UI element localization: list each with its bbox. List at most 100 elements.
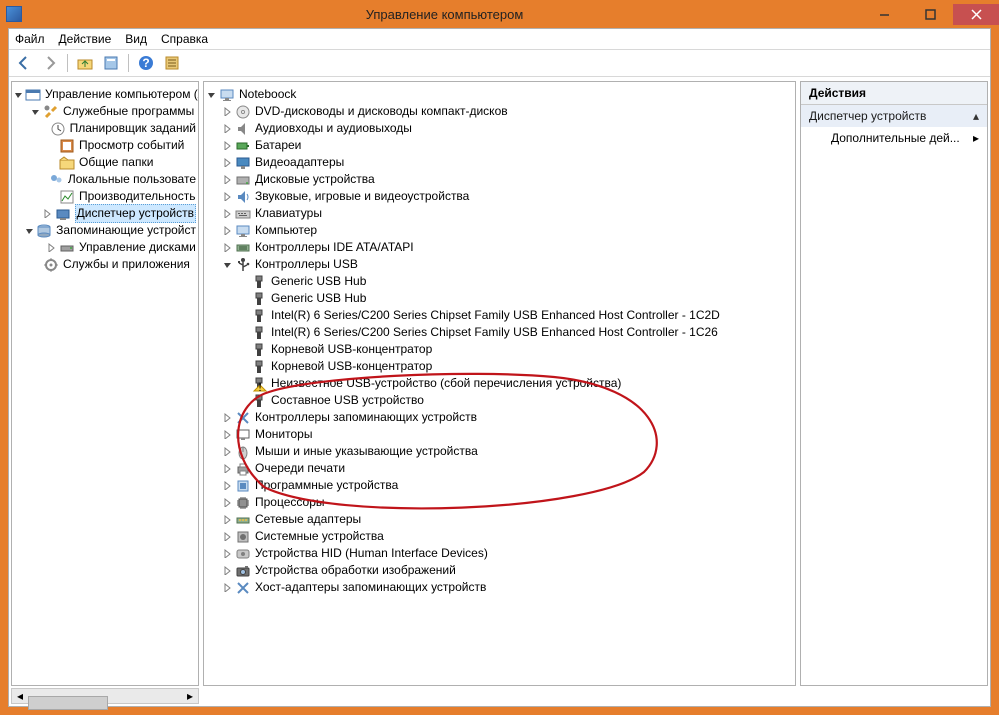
tree-node[interactable]: Клавиатуры [206,205,793,222]
scroll-left-icon[interactable]: ◂ [12,689,28,703]
tree-label: DVD-дисководы и дисководы компакт-дисков [255,103,508,120]
tools-icon [43,104,59,120]
expander-closed-icon[interactable] [222,157,233,168]
tree-node[interactable]: Общие папки [14,154,196,171]
list-button[interactable] [161,52,183,74]
expander-closed-icon[interactable] [222,140,233,151]
tree-node[interactable]: Контроллеры USB [206,256,793,273]
expander-open-icon[interactable] [14,89,23,100]
tree-node[interactable]: Компьютер [206,222,793,239]
tree-node[interactable]: Диспетчер устройств [14,205,196,222]
expander-closed-icon[interactable] [222,123,233,134]
tree-label: Сетевые адаптеры [255,511,361,528]
tree-node[interactable]: Generic USB Hub [206,273,793,290]
expander-closed-icon[interactable] [222,225,233,236]
tree-node[interactable]: Очереди печати [206,460,793,477]
tree-label: Программные устройства [255,477,398,494]
tree-node[interactable]: DVD-дисководы и дисководы компакт-дисков [206,103,793,120]
left-hscrollbar[interactable]: ◂ ▸ [11,688,199,704]
expander-closed-icon[interactable] [222,582,233,593]
expander-closed-icon[interactable] [222,208,233,219]
tree-node[interactable]: Службы и приложения [14,256,196,273]
tree-node[interactable]: Звуковые, игровые и видеоустройства [206,188,793,205]
tree-node[interactable]: Контроллеры IDE ATA/ATAPI [206,239,793,256]
expander-open-icon[interactable] [222,259,233,270]
expander-closed-icon[interactable] [222,531,233,542]
expander-closed-icon[interactable] [222,412,233,423]
tree-node[interactable]: Производительность [14,188,196,205]
tree-node[interactable]: Видеоадаптеры [206,154,793,171]
tree-node[interactable]: Управление дисками [14,239,196,256]
tree-node[interactable]: Хост-адаптеры запоминающих устройств [206,579,793,596]
scroll-right-icon[interactable]: ▸ [182,689,198,703]
usb-plug-icon [251,274,267,290]
tree-node[interactable]: Устройства обработки изображений [206,562,793,579]
menu-file[interactable]: Файл [15,32,45,46]
expander-closed-icon[interactable] [222,429,233,440]
tree-node[interactable]: Дисковые устройства [206,171,793,188]
menu-action[interactable]: Действие [59,32,112,46]
tree-node[interactable]: Noteboock [206,86,793,103]
expander-closed-icon[interactable] [222,480,233,491]
expander-closed-icon[interactable] [222,548,233,559]
actions-section-label: Диспетчер устройств [809,109,926,123]
expander-closed-icon[interactable] [222,242,233,253]
expander-closed-icon[interactable] [222,565,233,576]
tree-node[interactable]: Процессоры [206,494,793,511]
tree-node[interactable]: Неизвестное USB-устройство (сбой перечис… [206,375,793,392]
tree-node[interactable]: Intel(R) 6 Series/C200 Series Chipset Fa… [206,307,793,324]
minimize-button[interactable] [861,4,907,25]
tree-label: Intel(R) 6 Series/C200 Series Chipset Fa… [271,307,720,324]
actions-section[interactable]: Диспетчер устройств ▴ [801,105,987,127]
expander-closed-icon[interactable] [222,446,233,457]
expander-closed-icon[interactable] [222,174,233,185]
expander-closed-icon[interactable] [222,497,233,508]
expander-open-icon[interactable] [206,89,217,100]
actions-more[interactable]: Дополнительные дей... ▸ [801,127,987,149]
tree-node[interactable]: Мониторы [206,426,793,443]
expander-closed-icon[interactable] [222,106,233,117]
tree-node[interactable]: Планировщик заданий [14,120,196,137]
up-button[interactable] [74,52,96,74]
tree-node[interactable]: Системные устройства [206,528,793,545]
expander-closed-icon[interactable] [43,208,53,219]
tree-node[interactable]: Устройства HID (Human Interface Devices) [206,545,793,562]
tree-node[interactable]: Программные устройства [206,477,793,494]
tree-node[interactable]: Generic USB Hub [206,290,793,307]
tree-node[interactable]: Локальные пользовате [14,171,196,188]
forward-button[interactable] [39,52,61,74]
menu-view[interactable]: Вид [125,32,147,46]
scroll-thumb[interactable] [28,696,108,710]
tree-node[interactable]: Корневой USB-концентратор [206,341,793,358]
console-tree[interactable]: Управление компьютером (лСлужебные прогр… [12,82,198,277]
expander-open-icon[interactable] [30,106,41,117]
tree-node[interactable]: Аудиовходы и аудиовыходы [206,120,793,137]
help-button[interactable] [135,52,157,74]
back-button[interactable] [13,52,35,74]
tree-label: Мыши и иные указывающие устройства [255,443,478,460]
expander-closed-icon[interactable] [222,514,233,525]
properties-button[interactable] [100,52,122,74]
expander-closed-icon[interactable] [222,191,233,202]
expander-open-icon[interactable] [25,225,34,236]
tree-node[interactable]: Управление компьютером (л [14,86,196,103]
tree-label: Видеоадаптеры [255,154,344,171]
tree-node[interactable]: Сетевые адаптеры [206,511,793,528]
tree-node[interactable]: Батареи [206,137,793,154]
computer-icon [235,223,251,239]
tree-node[interactable]: Служебные программы [14,103,196,120]
titlebar[interactable]: Управление компьютером [0,0,999,28]
tree-node[interactable]: Составное USB устройство [206,392,793,409]
tree-node[interactable]: Просмотр событий [14,137,196,154]
close-button[interactable] [953,4,999,25]
tree-node[interactable]: Контроллеры запоминающих устройств [206,409,793,426]
maximize-button[interactable] [907,4,953,25]
device-tree[interactable]: NoteboockDVD-дисководы и дисководы компа… [204,82,795,600]
tree-node[interactable]: Intel(R) 6 Series/C200 Series Chipset Fa… [206,324,793,341]
tree-node[interactable]: Запоминающие устройст [14,222,196,239]
tree-node[interactable]: Мыши и иные указывающие устройства [206,443,793,460]
menu-help[interactable]: Справка [161,32,208,46]
expander-closed-icon[interactable] [222,463,233,474]
tree-node[interactable]: Корневой USB-концентратор [206,358,793,375]
expander-closed-icon[interactable] [46,242,57,253]
